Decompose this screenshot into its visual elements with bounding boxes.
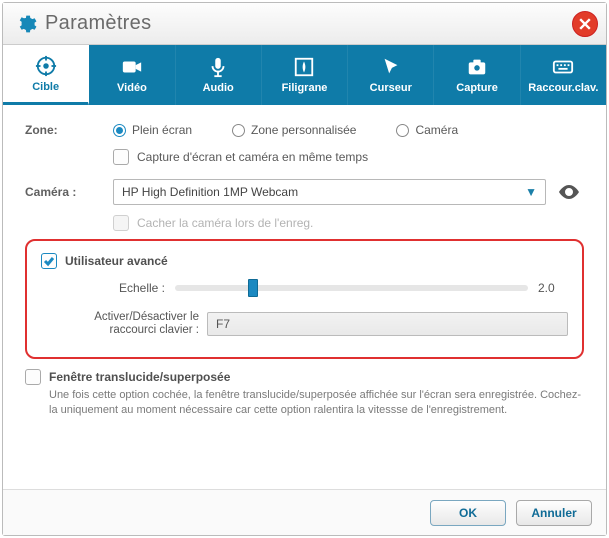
tab-cible[interactable]: Cible: [3, 45, 89, 105]
translucent-row: Fenêtre translucide/superposée: [25, 369, 584, 385]
tab-label: Vidéo: [117, 82, 147, 94]
dual-capture-checkbox[interactable]: [113, 149, 129, 165]
radio-label: Zone personnalisée: [251, 123, 356, 137]
ok-label: OK: [459, 506, 477, 520]
translucent-checkbox[interactable]: [25, 369, 41, 385]
hotkey-input[interactable]: F7: [207, 312, 568, 336]
camera-label: Caméra :: [25, 185, 113, 199]
advanced-user-section: Utilisateur avancé Echelle : 2.0 Activer…: [25, 239, 584, 359]
advanced-user-checkbox[interactable]: [41, 253, 57, 269]
translucent-section: Fenêtre translucide/superposée Une fois …: [25, 369, 584, 417]
button-bar: OK Annuler: [3, 489, 606, 535]
dual-capture-row: Capture d'écran et caméra en même temps: [113, 149, 584, 165]
cancel-button[interactable]: Annuler: [516, 500, 592, 526]
cancel-label: Annuler: [531, 506, 576, 520]
target-icon: [35, 55, 57, 77]
radio-label: Plein écran: [132, 123, 192, 137]
tab-label: Capture: [456, 82, 498, 94]
hide-camera-row: Cacher la caméra lors de l'enreg.: [113, 215, 584, 231]
tab-filigrane[interactable]: Filigrane: [262, 45, 348, 105]
radio-dot-icon: [396, 124, 409, 137]
radio-dot-icon: [232, 124, 245, 137]
camera-select[interactable]: HP High Definition 1MP Webcam ▼: [113, 179, 546, 205]
tab-label: Cible: [32, 81, 59, 93]
tab-video[interactable]: Vidéo: [89, 45, 175, 105]
watermark-icon: [293, 56, 315, 78]
scale-label: Echelle :: [75, 281, 165, 295]
zone-radio-group: Plein écran Zone personnalisée Caméra: [113, 123, 458, 137]
dual-capture-label: Capture d'écran et caméra en même temps: [137, 150, 368, 164]
radio-label: Caméra: [415, 123, 458, 137]
cursor-icon: [380, 56, 402, 78]
preview-camera-button[interactable]: [554, 180, 584, 204]
tab-capture[interactable]: Capture: [434, 45, 520, 105]
radio-fullscreen[interactable]: Plein écran: [113, 123, 192, 137]
advanced-user-label: Utilisateur avancé: [65, 254, 168, 268]
advanced-user-row: Utilisateur avancé: [41, 253, 568, 269]
translucent-description: Une fois cette option cochée, la fenêtre…: [49, 388, 584, 417]
zone-label: Zone:: [25, 123, 113, 137]
tab-audio[interactable]: Audio: [176, 45, 262, 105]
tab-label: Raccour.clav.: [528, 82, 598, 94]
gear-icon: [15, 13, 37, 35]
tab-label: Audio: [203, 82, 234, 94]
tab-content-cible: Zone: Plein écran Zone personnalisée Cam…: [3, 105, 606, 489]
ok-button[interactable]: OK: [430, 500, 506, 526]
radio-custom-zone[interactable]: Zone personnalisée: [232, 123, 356, 137]
mic-icon: [207, 56, 229, 78]
slider-thumb-icon: [248, 279, 258, 297]
hotkey-value: F7: [216, 317, 230, 331]
scale-value: 2.0: [538, 281, 568, 295]
translucent-label: Fenêtre translucide/superposée: [49, 370, 230, 384]
caret-down-icon: ▼: [525, 185, 537, 199]
dialog-title: Paramètres: [45, 12, 151, 35]
camera-icon: [466, 56, 488, 78]
tab-raccourcis[interactable]: Raccour.clav.: [521, 45, 606, 105]
hide-camera-label: Cacher la caméra lors de l'enreg.: [137, 216, 313, 230]
radio-camera[interactable]: Caméra: [396, 123, 458, 137]
camera-selected-value: HP High Definition 1MP Webcam: [122, 185, 298, 199]
tab-label: Filigrane: [282, 82, 328, 94]
close-button[interactable]: [572, 11, 598, 37]
zone-row: Zone: Plein écran Zone personnalisée Cam…: [25, 123, 584, 137]
video-icon: [121, 56, 143, 78]
tab-curseur[interactable]: Curseur: [348, 45, 434, 105]
settings-dialog: Paramètres Cible Vidéo Audio: [2, 2, 607, 536]
hide-camera-checkbox: [113, 215, 129, 231]
scale-slider[interactable]: [175, 285, 528, 291]
radio-dot-icon: [113, 124, 126, 137]
tab-bar: Cible Vidéo Audio Filigrane Curseur: [3, 45, 606, 105]
titlebar: Paramètres: [3, 3, 606, 45]
hotkey-label: Activer/Désactiver le raccourci clavier …: [49, 311, 199, 337]
tab-label: Curseur: [370, 82, 412, 94]
camera-row: Caméra : HP High Definition 1MP Webcam ▼: [25, 179, 584, 205]
keyboard-icon: [552, 56, 574, 78]
scale-row: Echelle : 2.0: [75, 281, 568, 295]
hotkey-row: Activer/Désactiver le raccourci clavier …: [49, 311, 568, 337]
